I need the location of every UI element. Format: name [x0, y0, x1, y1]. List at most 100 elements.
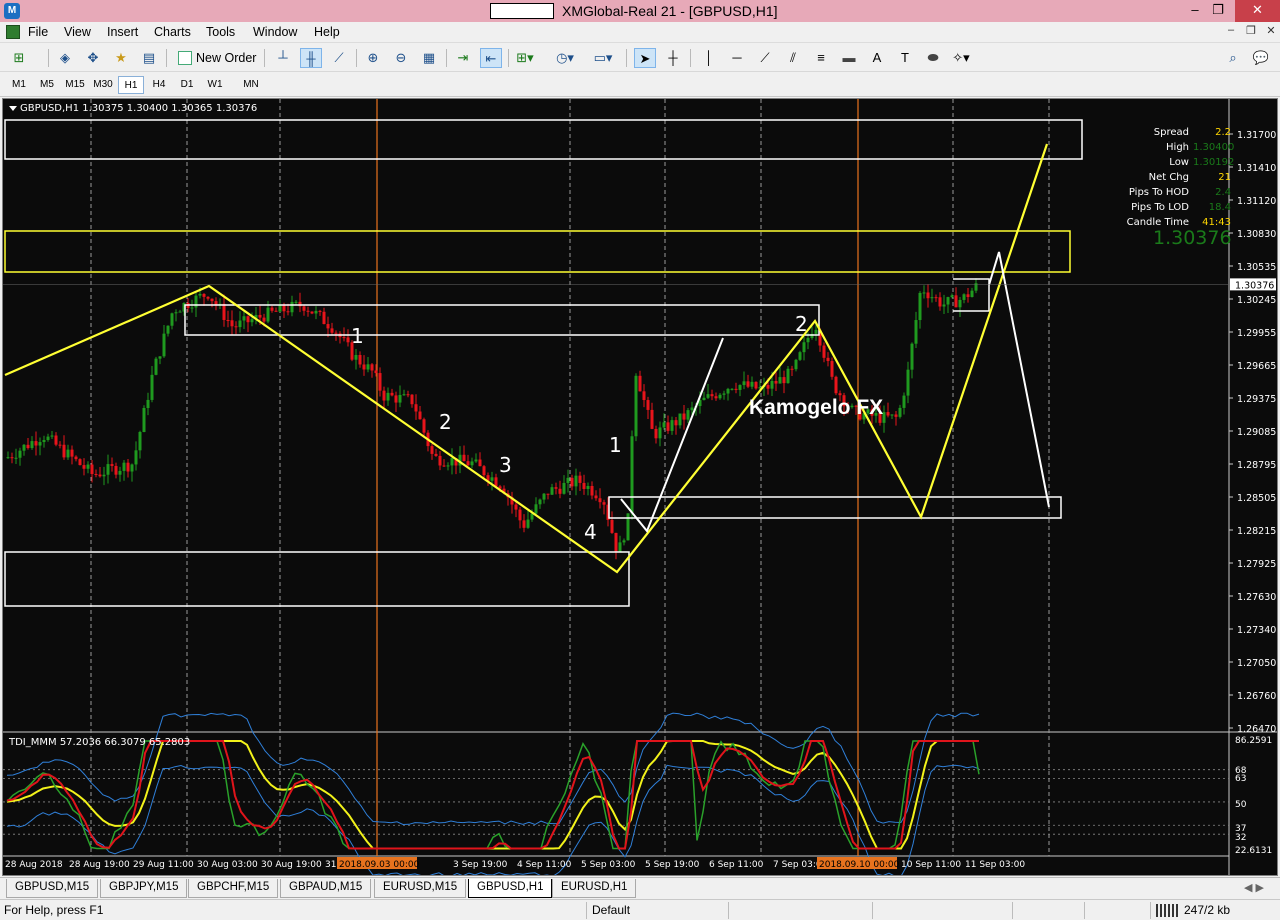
zoom-in-icon[interactable]: ⊕	[362, 48, 384, 68]
cursor-icon[interactable]: ➤	[634, 48, 656, 68]
menu-window[interactable]: Window	[253, 25, 297, 39]
candle-body	[798, 352, 802, 360]
chart-window[interactable]: 1.31700 1.31410 1.31120 1.30830 1.30535 1.302…	[2, 98, 1278, 876]
autoscroll-icon[interactable]: ⇥	[452, 48, 474, 68]
timeframe-d1[interactable]: D1	[174, 76, 200, 94]
time-label: 6 Sep 11:00	[709, 860, 764, 870]
candle-body	[406, 394, 410, 396]
candle-body	[566, 477, 570, 483]
candle-body	[26, 444, 30, 449]
candle-body	[226, 319, 230, 321]
candle-body	[118, 470, 122, 475]
candle-body	[790, 368, 794, 370]
chart-tab[interactable]: EURUSD,H1	[552, 879, 637, 898]
timeframe-m1[interactable]: M1	[6, 76, 32, 94]
timeframe-mn[interactable]: MN	[238, 76, 264, 94]
candle-body	[802, 342, 806, 353]
crosshair-icon[interactable]: ┼	[662, 48, 684, 68]
price-chart-canvas[interactable]: 1.31700 1.31410 1.31120 1.30830 1.30535 1.302…	[3, 99, 1277, 875]
horizontal-line-icon[interactable]: ─	[726, 48, 748, 68]
tile-windows-icon[interactable]: ▦	[418, 48, 440, 68]
bar-chart-icon[interactable]: ┴	[272, 48, 294, 68]
candle-body	[414, 404, 418, 412]
candle-body	[622, 540, 626, 543]
search-icon[interactable]: ⌕	[1222, 48, 1244, 68]
chart-tab[interactable]: GBPAUD,M15	[280, 879, 372, 898]
supply-zone-box	[4, 230, 1071, 273]
mdi-close-button[interactable]: ✕	[1262, 24, 1280, 40]
resistance-zone-box	[4, 119, 1083, 160]
close-button[interactable]: ✕	[1235, 0, 1280, 22]
timeframe-m30[interactable]: M30	[90, 76, 116, 94]
restore-button[interactable]: ❐	[1201, 0, 1235, 22]
candle-body	[930, 297, 934, 299]
chart-tab[interactable]: EURUSD,M15	[374, 879, 467, 898]
chart-tab[interactable]: GBPCHF,M15	[188, 879, 279, 898]
templates-icon[interactable]: ▭▾	[592, 48, 614, 68]
candle-body	[514, 504, 518, 510]
terminal-icon[interactable]: ▤	[138, 48, 160, 68]
menu-charts[interactable]: Charts	[154, 25, 191, 39]
vertical-line-icon[interactable]: │	[698, 48, 720, 68]
candle-body	[418, 411, 422, 420]
candle-body	[690, 407, 694, 411]
candle-body	[142, 407, 146, 432]
info-value: 18.4	[1208, 202, 1231, 213]
candle-body	[682, 413, 686, 420]
navigator-icon[interactable]: ✥	[82, 48, 104, 68]
mdi-minimize-button[interactable]: –	[1222, 24, 1240, 40]
candle-body	[938, 297, 942, 307]
arrows-icon[interactable]: ✧▾	[950, 48, 972, 68]
chat-icon[interactable]: 💬	[1250, 48, 1272, 68]
candle-body	[62, 444, 66, 458]
market-watch-icon[interactable]: ◈	[54, 48, 76, 68]
candle-body	[6, 457, 10, 459]
menu-tools[interactable]: Tools	[206, 25, 235, 39]
candle-body	[166, 325, 170, 334]
timeframe-w1[interactable]: W1	[202, 76, 228, 94]
candle-body	[926, 292, 930, 299]
tdi-axis-label: 50	[1235, 800, 1247, 810]
timeframe-m5[interactable]: M5	[34, 76, 60, 94]
menu-insert[interactable]: Insert	[107, 25, 138, 39]
candle-body	[962, 294, 966, 300]
candle-body	[402, 394, 406, 396]
menu-view[interactable]: View	[64, 25, 91, 39]
fibonacci-icon[interactable]: ≡	[810, 48, 832, 68]
new-order-button[interactable]: New Order	[176, 49, 256, 68]
tab-scroll-arrows-icon[interactable]: ◀ ▶	[1244, 881, 1264, 894]
candle-body	[82, 465, 86, 469]
text-label-icon[interactable]: T	[894, 48, 916, 68]
ellipse-icon[interactable]: ⬬	[922, 48, 944, 68]
time-label: 30 Aug 19:00	[261, 860, 322, 870]
chart-tab[interactable]: GBPUSD,M15	[6, 879, 99, 898]
timeframe-m15[interactable]: M15	[62, 76, 88, 94]
text-icon[interactable]: A	[866, 48, 888, 68]
trendline-icon[interactable]: ⟋	[754, 48, 776, 68]
favorites-icon[interactable]: ★	[110, 48, 132, 68]
candle-body	[942, 304, 946, 307]
timeframe-h4[interactable]: H4	[146, 76, 172, 94]
candle-body	[574, 475, 578, 487]
candlestick-icon[interactable]: ╫	[300, 48, 322, 68]
chart-tab[interactable]: GBPJPY,M15	[100, 879, 188, 898]
timeframe-h1[interactable]: H1	[118, 76, 144, 94]
chart-shift-icon[interactable]: ⇤	[480, 48, 502, 68]
equidistant-channel-icon[interactable]: ⫽	[782, 48, 804, 68]
line-chart-icon[interactable]: ⟋	[328, 48, 350, 68]
mdi-restore-button[interactable]: ❐	[1242, 24, 1260, 40]
chart-window-icon[interactable]	[6, 25, 20, 39]
periods-icon[interactable]: ◷▾	[554, 48, 576, 68]
rectangle-icon[interactable]: ▬	[838, 48, 860, 68]
info-value: 2.4	[1215, 187, 1231, 198]
new-chart-icon[interactable]: ⊞	[8, 48, 30, 68]
menu-help[interactable]: Help	[314, 25, 340, 39]
chart-tab[interactable]: GBPUSD,H1	[468, 879, 553, 898]
menu-file[interactable]: File	[28, 25, 48, 39]
zoom-out-icon[interactable]: ⊖	[390, 48, 412, 68]
candle-body	[422, 419, 426, 433]
candle-body	[90, 464, 94, 474]
indicators-icon[interactable]: ⊞▾	[514, 48, 536, 68]
candle-body	[642, 391, 646, 401]
help-text: For Help, press F1	[4, 903, 104, 917]
